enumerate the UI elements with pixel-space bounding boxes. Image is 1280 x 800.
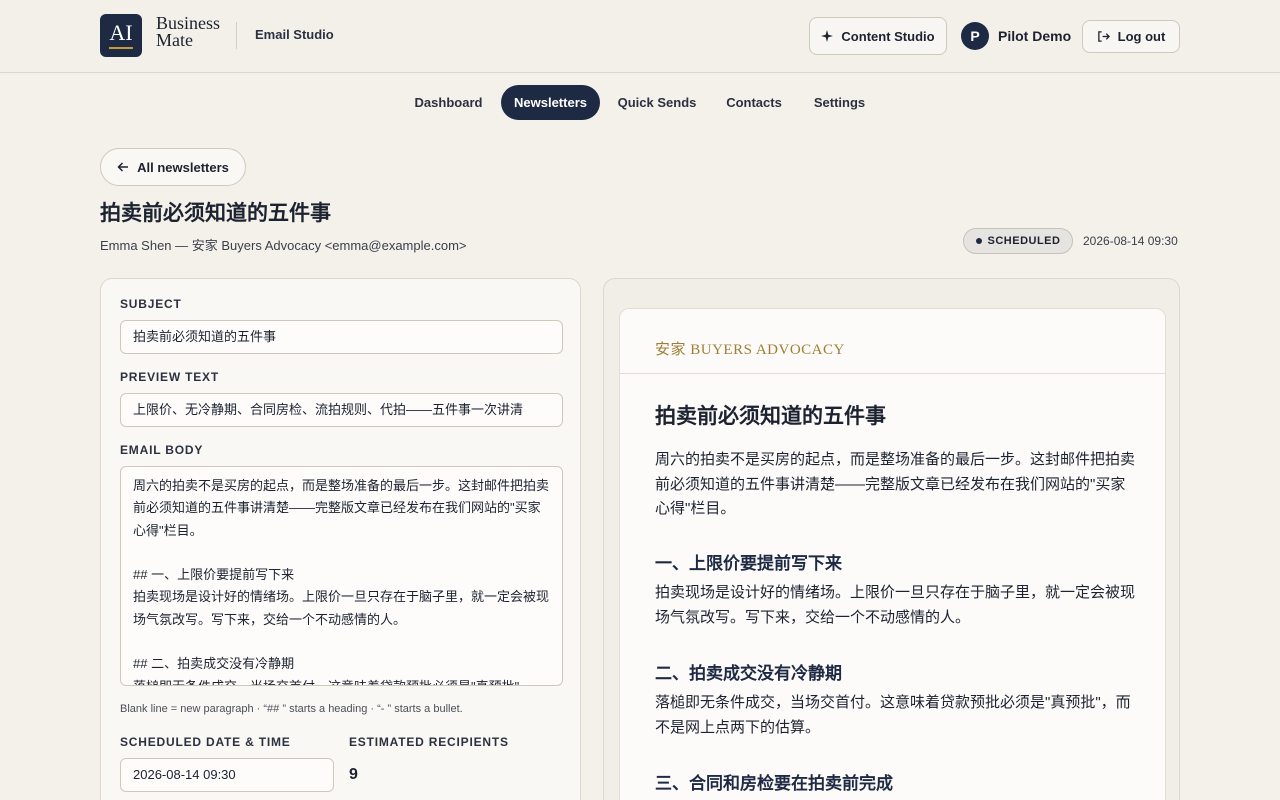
preview-panel: 安家 BUYERS ADVOCACY 拍卖前必须知道的五件事 周六的拍卖不是买房… [603,278,1180,800]
subject-label: SUBJECT [120,297,182,311]
email-paragraph-2: 落槌即无条件成交，当场交首付。这意味着贷款预批必须是"真预批"，而不是网上点两下… [655,694,1131,736]
email-heading-2: 二、拍卖成交没有冷静期 [655,664,842,683]
page-title: 拍卖前必须知道的五件事 [100,202,331,225]
logout-button[interactable]: Log out [1082,20,1180,53]
preview-text-label: PREVIEW TEXT [120,370,219,384]
nav-quick-sends[interactable]: Quick Sends [607,85,707,120]
recipients-label: ESTIMATED RECIPIENTS [349,735,509,749]
editor-panel: SUBJECT 拍卖前必须知道的五件事 PREVIEW TEXT 上限价、无冷静… [100,278,581,800]
logo-text: AI [109,20,133,45]
nav-settings[interactable]: Settings [802,85,877,120]
formatting-hint: Blank line = new paragraph · “## ” start… [120,703,463,715]
sender-line: Emma Shen — 安家 Buyers Advocacy <emma@exa… [100,238,467,253]
status-dot [975,238,982,244]
back-label: All newsletters [137,159,229,175]
email-title: 拍卖前必须知道的五件事 [655,405,886,428]
email-preview-card: 安家 BUYERS ADVOCACY 拍卖前必须知道的五件事 周六的拍卖不是买房… [619,308,1166,800]
nav-dashboard[interactable]: Dashboard [401,85,496,120]
nav-newsletters[interactable]: Newsletters [501,85,600,120]
preview-text-input[interactable]: 上限价、无冷静期、合同房检、流拍规则、代拍——五件事一次讲清 [120,393,563,427]
content-studio-button[interactable]: Content Studio [809,17,947,55]
sparkle-icon [821,30,834,42]
schedule-label: SCHEDULED DATE & TIME [120,735,291,749]
email-brand: 安家 BUYERS ADVOCACY [655,342,845,358]
brand-name: Business Mate [156,14,220,50]
logout-icon [1097,31,1110,42]
top-bar: AI Business Mate Email Studio Content St… [0,0,1280,73]
logout-label: Log out [1117,29,1166,44]
brand-divider [236,22,237,49]
arrow-left-icon [117,162,129,172]
main-nav: Dashboard Newsletters Quick Sends Contac… [0,85,1280,120]
user-name: Pilot Demo [998,28,1072,44]
email-intro: 周六的拍卖不是买房的起点，而是整场准备的最后一步。这封邮件把拍卖前必须知道的五件… [655,451,1136,517]
email-heading-1: 一、上限价要提前写下来 [655,554,842,573]
logo-underline [109,47,133,49]
logo[interactable]: AI [100,14,142,57]
schedule-datetime-input[interactable]: 2026-08-14 09:30 [120,758,334,792]
email-heading-3: 三、合同和房检要在拍卖前完成 [655,774,893,793]
nav-contacts[interactable]: Contacts [714,85,794,120]
brand-line-2: Mate [156,30,193,50]
content-studio-label: Content Studio [841,28,935,44]
recipients-count: 9 [349,766,358,783]
email-body-label: EMAIL BODY [120,443,204,457]
email-header-divider [620,373,1165,374]
status-badge: SCHEDULED [963,228,1073,254]
status-label: SCHEDULED [987,235,1061,247]
section-name: Email Studio [255,27,334,42]
email-body-textarea[interactable]: 周六的拍卖不是买房的起点，而是整场准备的最后一步。这封邮件把拍卖前必须知道的五件… [120,466,563,686]
subject-input[interactable]: 拍卖前必须知道的五件事 [120,320,563,354]
avatar[interactable]: P [961,22,989,50]
email-paragraph-1: 拍卖现场是设计好的情绪场。上限价一旦只存在于脑子里，就一定会被现场气氛改写。写下… [655,584,1136,626]
status-time: 2026-08-14 09:30 [1083,234,1178,248]
back-to-newsletters-button[interactable]: All newsletters [100,148,246,186]
